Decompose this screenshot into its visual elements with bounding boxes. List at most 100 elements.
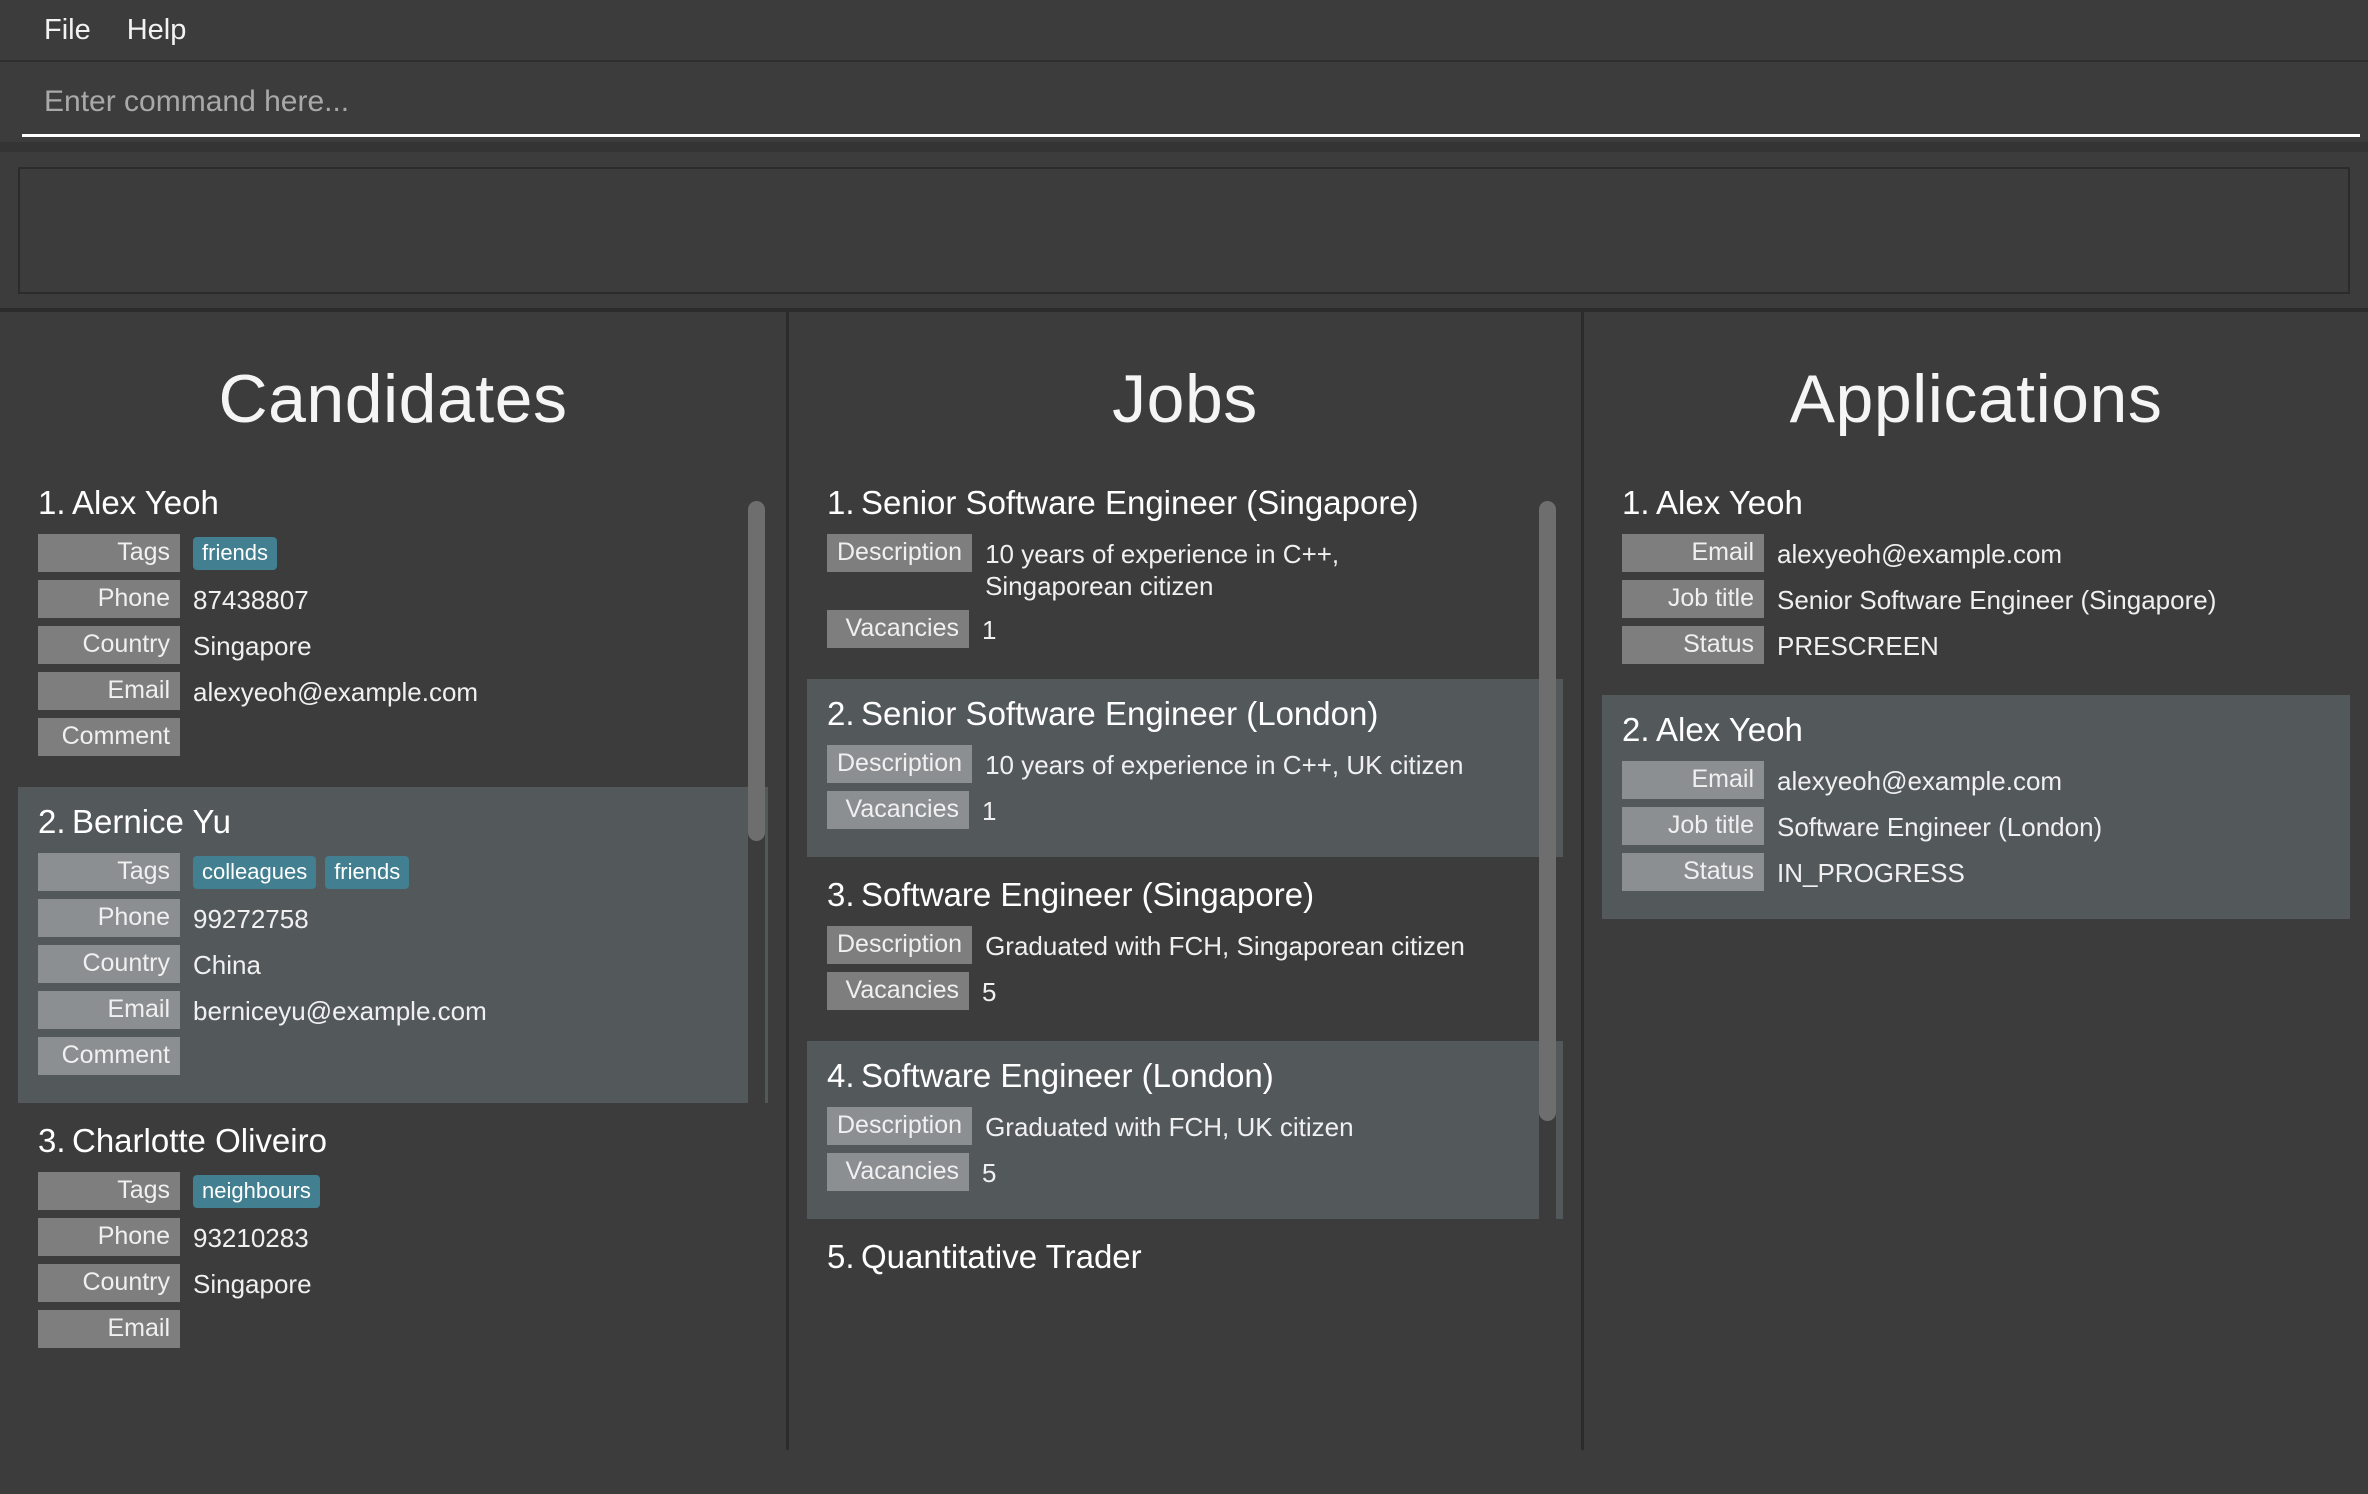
field-value: 1 (982, 615, 997, 646)
field-row: Status IN_PROGRESS (1622, 853, 2330, 891)
list-item[interactable]: 5. Quantitative Trader (807, 1222, 1563, 1309)
job-list[interactable]: 1. Senior Software Engineer (Singapore) De… (789, 468, 1581, 1421)
field-label: Comment (38, 1037, 180, 1075)
candidate-list[interactable]: 1. Alex Yeoh Tags friends Phone 87438807 Count… (0, 468, 786, 1421)
field-label-tags: Tags (38, 534, 180, 572)
tag-badge: neighbours (193, 1175, 320, 1209)
list-item-title: 5. Quantitative Trader (827, 1238, 1543, 1276)
list-item[interactable]: 3. Software Engineer (Singapore) Descripti… (807, 860, 1563, 1039)
panel-title-applications: Applications (1789, 361, 2163, 437)
list-item-title: 2. Senior Software Engineer (London) (827, 695, 1543, 733)
field-value: berniceyu@example.com (193, 996, 487, 1026)
field-label: Email (1622, 761, 1764, 799)
candidates-scrollbar[interactable] (748, 497, 765, 1397)
field-row: Job title Software Engineer (London) (1622, 807, 2330, 845)
field-value: 5 (982, 1158, 997, 1189)
list-item[interactable]: 4. Software Engineer (London) Description G… (807, 1041, 1563, 1220)
menu-item-help[interactable]: Help (109, 10, 205, 51)
command-input[interactable] (44, 85, 2368, 119)
tag-area: colleagues friends (180, 853, 410, 890)
result-display-wrapper (0, 152, 2368, 308)
field-value: IN_PROGRESS (1777, 858, 1965, 888)
field-label: Email (38, 1310, 180, 1348)
tags-row: Tags colleagues friends (38, 853, 748, 891)
list-item-title: 1. Alex Yeoh (1622, 484, 2330, 522)
field-row: Phone 87438807 (38, 580, 748, 618)
tags-row: Tags friends (38, 534, 748, 572)
field-label: Country (38, 1264, 180, 1302)
list-item-index: 2. (1622, 711, 1650, 748)
list-item-title: 2. Bernice Yu (38, 803, 748, 841)
list-item-name: Charlotte Oliveiro (72, 1122, 327, 1159)
list-item-title: 1. Alex Yeoh (38, 484, 748, 522)
list-item[interactable]: 3. Charlotte Oliveiro Tags neighbours Phone 9… (18, 1106, 768, 1376)
field-row: Comment (38, 718, 748, 756)
field-row: Phone 99272758 (38, 899, 748, 937)
list-item-index: 1. (827, 484, 855, 521)
field-value: Senior Software Engineer (Singapore) (1777, 585, 2217, 615)
list-item-index: 3. (827, 876, 855, 914)
field-label: Description (827, 926, 973, 965)
field-label: Job title (1622, 807, 1764, 845)
field-value (180, 718, 193, 723)
command-gap-divider (0, 142, 2368, 152)
menu-item-file[interactable]: File (26, 10, 109, 51)
list-item-name: Quantitative Trader (861, 1238, 1142, 1276)
list-item[interactable]: 1. Alex Yeoh Tags friends Phone 87438807 Count… (18, 468, 768, 784)
list-item-index: 1. (1622, 484, 1650, 521)
field-value: PRESCREEN (1777, 631, 1939, 661)
field-value: 99272758 (193, 904, 309, 934)
field-row: Email alexyeoh@example.com (1622, 761, 2330, 799)
list-item-title: 1. Senior Software Engineer (Singapore) (827, 484, 1543, 522)
panel-title-jobs: Jobs (1112, 361, 1258, 437)
panels-container: Candidates 1. Alex Yeoh Tags friends Phone 87… (0, 312, 2368, 1450)
field-row: Phone 93210283 (38, 1218, 748, 1256)
field-label: Email (1622, 534, 1764, 572)
field-value: 93210283 (193, 1223, 309, 1253)
tags-row: Tags neighbours (38, 1172, 748, 1210)
field-value: Graduated with FCH, UK citizen (985, 1112, 1354, 1143)
field-label: Description (827, 534, 973, 572)
field-label: Vacancies (827, 1153, 969, 1192)
field-label: Description (827, 745, 973, 784)
list-item[interactable]: 2. Senior Software Engineer (London) Descr… (807, 679, 1563, 858)
field-label: Status (1622, 853, 1764, 891)
list-item-name: Senior Software Engineer (Singapore) (861, 484, 1419, 521)
field-row: Vacancies 5 (827, 1153, 1543, 1192)
field-row: Comment (38, 1037, 748, 1075)
tag-area: neighbours (180, 1172, 320, 1209)
list-item[interactable]: 2. Bernice Yu Tags colleagues friends Phone 99… (18, 787, 768, 1103)
list-item[interactable]: 1. Senior Software Engineer (Singapore) De… (807, 468, 1563, 677)
application-list[interactable]: 1. Alex Yeoh Email alexyeoh@example.com Job … (1584, 468, 2368, 1421)
field-value (180, 1037, 193, 1042)
field-value: 1 (982, 796, 997, 827)
list-item[interactable]: 2. Alex Yeoh Email alexyeoh@example.com Job … (1602, 695, 2350, 919)
field-label: Country (38, 945, 180, 983)
field-value: alexyeoh@example.com (1777, 539, 2063, 569)
field-label-tags: Tags (38, 1172, 180, 1210)
field-value: alexyeoh@example.com (1777, 766, 2063, 796)
field-row: Description Graduated with FCH, UK citize… (827, 1107, 1543, 1146)
field-row: Email alexyeoh@example.com (38, 672, 748, 710)
field-value: Singapore (193, 1269, 312, 1299)
field-value: Software Engineer (London) (1777, 812, 2103, 842)
jobs-scroll-thumb[interactable] (1539, 501, 1556, 1121)
candidates-scroll-thumb[interactable] (748, 501, 765, 841)
list-item-index: 5. (827, 1238, 855, 1276)
field-row: Country Singapore (38, 1264, 748, 1302)
tag-area: friends (180, 534, 278, 571)
field-label: Phone (38, 899, 180, 937)
field-label: Country (38, 626, 180, 664)
field-label: Vacancies (827, 791, 969, 830)
field-value: alexyeoh@example.com (193, 677, 479, 707)
list-item-name: Senior Software Engineer (London) (861, 695, 1379, 733)
panel-candidates: Candidates 1. Alex Yeoh Tags friends Phone 87… (0, 312, 789, 1450)
field-label: Email (38, 991, 180, 1029)
command-input-underline (22, 134, 2360, 137)
jobs-scrollbar[interactable] (1539, 497, 1556, 1447)
field-value: China (193, 950, 261, 980)
list-item-name: Alex Yeoh (1656, 484, 1803, 521)
list-item-name: Alex Yeoh (1656, 711, 1803, 748)
tag-badge: friends (325, 856, 410, 890)
list-item[interactable]: 1. Alex Yeoh Email alexyeoh@example.com Job … (1602, 468, 2350, 692)
